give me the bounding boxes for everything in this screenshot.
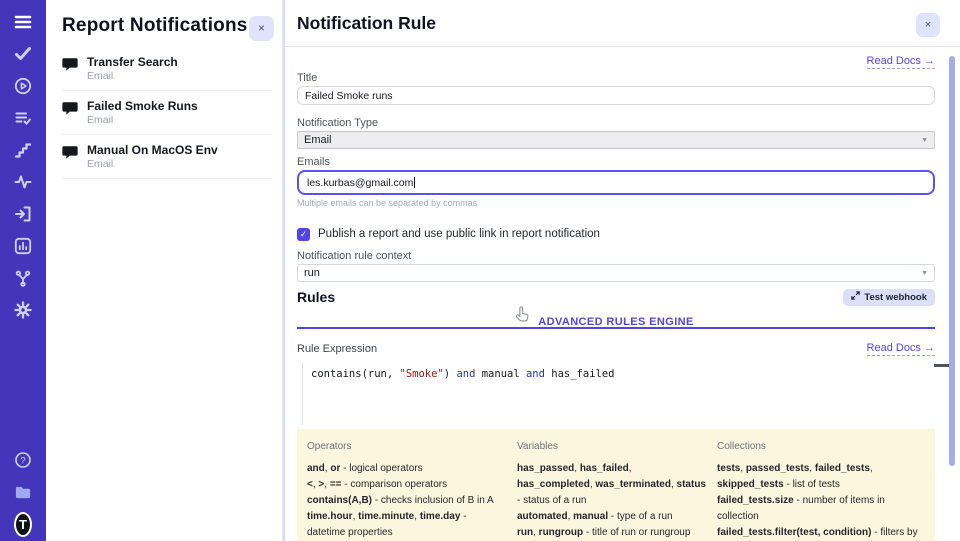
rule-expression-editor[interactable]: contains(run, "Smoke") and manual and ha… [302, 363, 935, 425]
chevron-down-icon: ▼ [921, 270, 928, 277]
help-line: and, or - logical operators [307, 461, 507, 477]
rules-engine-tabbar: ADVANCED RULES ENGINE [297, 312, 935, 329]
main-close-button[interactable]: × [916, 13, 940, 37]
publish-checkbox-label: Publish a report and use public link in … [318, 228, 600, 240]
app-root: ? T Report Notifications × Transfer Sear… [0, 0, 960, 541]
publish-checkbox[interactable]: ✓ [297, 228, 310, 241]
notification-item-subtitle: Email [87, 114, 198, 127]
main-header: Notification Rule × [285, 0, 960, 47]
notification-type-value: Email [304, 134, 332, 146]
vertical-scrollbar[interactable] [949, 56, 955, 466]
notification-item-title: Transfer Search [87, 55, 178, 70]
svg-text:?: ? [20, 455, 25, 466]
title-label: Title [297, 72, 935, 84]
activity-icon[interactable] [14, 173, 32, 191]
play-circle-icon[interactable] [14, 77, 32, 95]
rules-help-panel: Operators and, or - logical operators<, >… [297, 429, 935, 541]
rule-expression-label: Rule Expression [297, 343, 377, 355]
menu-icon[interactable] [14, 13, 32, 31]
read-docs-link-rules[interactable]: Read Docs → [867, 342, 935, 356]
task-list-icon[interactable] [14, 109, 32, 127]
sign-in-icon[interactable] [14, 205, 32, 223]
notification-rule-panel: Notification Rule × Read Docs → Title Fa… [283, 0, 960, 541]
help-column-operators: Operators and, or - logical operators<, >… [307, 441, 507, 541]
help-column-collections: Collections tests, passed_tests, failed_t… [717, 441, 925, 541]
projects-folder-icon[interactable] [14, 483, 32, 501]
settings-gear-icon[interactable] [14, 301, 32, 319]
rule-expression-code: contains(run, "Smoke") and manual and ha… [311, 368, 935, 380]
help-column-variables: Variables has_passed, has_failed, has_com… [517, 441, 707, 541]
notification-list-item[interactable]: Transfer Search Email [62, 47, 272, 91]
help-line: automated, manual - type of a run [517, 509, 707, 525]
sidebar: ? T [0, 0, 46, 541]
title-input[interactable]: Failed Smoke runs [297, 86, 935, 105]
rules-heading: Rules [297, 289, 335, 305]
context-label: Notification rule context [297, 250, 935, 262]
context-value: run [304, 267, 320, 279]
tab-advanced-rules-engine[interactable]: ADVANCED RULES ENGINE [538, 316, 694, 328]
left-panel-header: Report Notifications × [46, 0, 282, 47]
main-body: Read Docs → Title Failed Smoke runs Noti… [285, 47, 960, 541]
help-line: time.hour, time.minute, time.day - datet… [307, 509, 507, 541]
report-notifications-panel: Report Notifications × Transfer Search E… [46, 0, 283, 541]
branch-icon[interactable] [14, 269, 32, 287]
read-docs-link-top[interactable]: Read Docs → [867, 55, 935, 69]
help-column-title: Variables [517, 441, 707, 452]
rules-row: Rules Test webhook [297, 286, 935, 308]
help-line: tests, passed_tests, failed_tests, skipp… [717, 461, 925, 493]
notification-item-title: Manual On MacOS Env [87, 143, 218, 158]
page-title: Notification Rule [297, 13, 436, 34]
read-docs-row: Read Docs → [297, 51, 935, 65]
speech-bubble-icon [62, 57, 78, 77]
notification-item-subtitle: Email [87, 70, 178, 83]
left-panel-close-button[interactable]: × [249, 16, 274, 41]
help-line: has_passed, has_failed, has_completed, w… [517, 461, 707, 509]
logo-t[interactable]: T [14, 515, 32, 533]
notification-list: Transfer Search Email Failed Smoke Runs … [46, 47, 282, 179]
notification-item-title: Failed Smoke Runs [87, 99, 198, 114]
emails-input[interactable]: les.kurbas@gmail.com [297, 170, 935, 195]
title-input-value: Failed Smoke runs [305, 90, 393, 102]
help-column-title: Operators [307, 441, 507, 452]
notification-item-subtitle: Email [87, 158, 218, 171]
help-icon[interactable]: ? [14, 451, 32, 469]
webhook-arrows-icon [851, 291, 860, 303]
test-webhook-label: Test webhook [864, 292, 927, 303]
help-line: run, rungroup - title of run or rungroup [517, 525, 707, 541]
left-panel-title: Report Notifications [62, 15, 266, 37]
notification-list-item[interactable]: Failed Smoke Runs Email [62, 91, 272, 135]
context-select[interactable]: run ▼ [297, 264, 935, 282]
steps-icon[interactable] [14, 141, 32, 159]
emails-hint: Multiple emails can be separated by comm… [297, 198, 935, 208]
help-line: <, >, == - comparison operators [307, 477, 507, 493]
speech-bubble-icon [62, 145, 78, 165]
report-chart-icon[interactable] [14, 237, 32, 255]
chevron-down-icon: ▼ [921, 137, 928, 144]
help-line: contains(A,B) - checks inclusion of B in… [307, 493, 507, 509]
help-line: failed_tests.size - number of items in c… [717, 493, 925, 525]
emails-input-value: les.kurbas@gmail.com [307, 177, 413, 189]
help-column-title: Collections [717, 441, 925, 452]
help-line: failed_tests.filter(test, condition) - f… [717, 525, 925, 541]
notification-type-label: Notification Type [297, 117, 935, 129]
test-webhook-button[interactable]: Test webhook [843, 289, 935, 306]
publish-checkbox-row: ✓ Publish a report and use public link i… [297, 227, 935, 241]
check-icon[interactable] [14, 45, 32, 63]
rule-expression-row: Rule Expression Read Docs → [297, 341, 935, 357]
notification-type-select[interactable]: Email ▼ [297, 131, 935, 149]
editor-scroll-handle[interactable] [934, 364, 949, 367]
logo-letter: T [14, 512, 32, 537]
emails-label: Emails [297, 156, 935, 168]
notification-list-item[interactable]: Manual On MacOS Env Email [62, 135, 272, 179]
speech-bubble-icon [62, 101, 78, 121]
text-caret [414, 177, 415, 188]
